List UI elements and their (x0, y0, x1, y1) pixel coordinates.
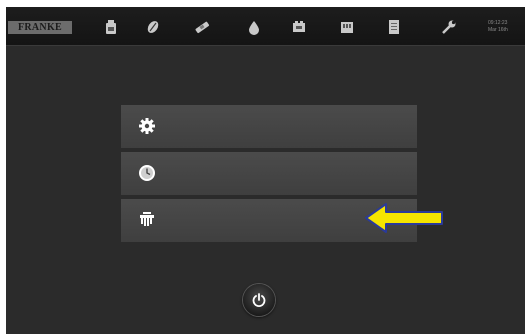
left-arrow-indicator (365, 203, 443, 233)
machine-screen: FRANKE 09:12:23 Mar 16th (6, 7, 525, 334)
date-time-display: 09:12:23 Mar 16th (488, 20, 524, 34)
cleaning-tablet-icon[interactable] (192, 17, 212, 37)
menu-item-settings[interactable] (121, 105, 417, 148)
top-toolbar: FRANKE 09:12:23 Mar 16th (6, 7, 525, 46)
milk-system-icon[interactable] (289, 17, 309, 37)
gear-icon (139, 118, 155, 134)
clock-icon (139, 165, 155, 181)
water-drop-icon[interactable] (244, 17, 264, 37)
document-icon[interactable] (384, 17, 404, 37)
menu-item-timer[interactable] (121, 152, 417, 195)
cleaning-hand-icon (140, 212, 154, 226)
power-icon (252, 293, 266, 307)
power-button[interactable] (243, 284, 275, 316)
coffee-bean-icon[interactable] (143, 17, 163, 37)
bottle-icon[interactable] (101, 17, 121, 37)
brand-logo: FRANKE (8, 21, 72, 34)
time-text: 09:12:23 (488, 20, 508, 26)
date-text: Mar 16th (488, 27, 508, 33)
grounds-container-icon[interactable] (337, 17, 357, 37)
wrench-icon[interactable] (439, 17, 459, 37)
